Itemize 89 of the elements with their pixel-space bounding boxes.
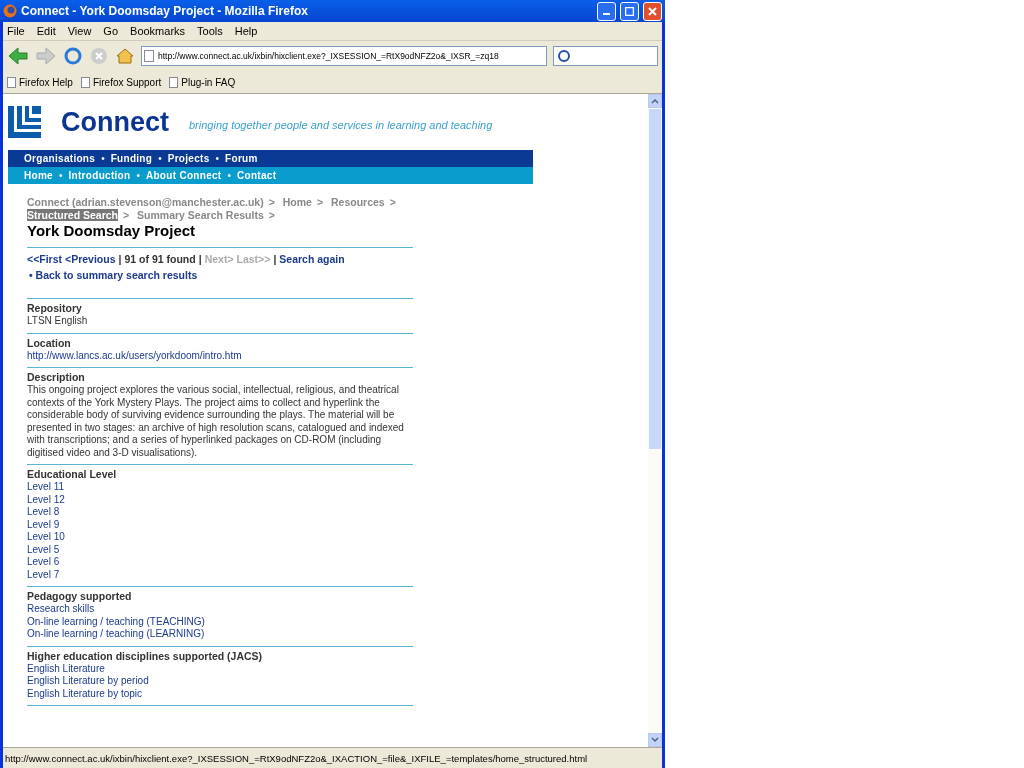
pager-link[interactable]: <Previous <box>65 253 116 265</box>
scroll-up-button[interactable] <box>648 94 662 108</box>
field-link[interactable]: Level 7 <box>27 568 413 581</box>
field-link[interactable]: Research skills <box>27 603 413 616</box>
field-link[interactable]: On-line learning / teaching (LEARNING) <box>27 628 413 641</box>
field-link[interactable]: English Literature by period <box>27 675 413 688</box>
scroll-thumb[interactable] <box>649 109 661 449</box>
field-text: This ongoing project explores the various social, intellectual, religious, and theatrical contexts of the York Mystery Plays. The project aims to collect and hyperlink the considerable body of surviving evidence surrounding the plays. The material will be presented in two stages: an archive of high resolution scans, catalogued and indexed with transcriptions; and a series of hyperlinked packages on CD-ROM (including digitised video and 3-D visualisations). <box>27 384 405 459</box>
maximize-button[interactable] <box>620 1 639 21</box>
field-text: LTSN English <box>27 315 89 328</box>
field-link[interactable]: Level 8 <box>27 506 413 519</box>
site-logo: Connect <box>61 106 169 138</box>
address-text: http://www.connect.ac.uk/ixbin/hixclient.exe?_IXSESSION_=RtX9odNFZ2o&_IXSR_=zq18 <box>158 51 499 61</box>
page-icon <box>7 76 16 88</box>
field-link[interactable]: On-line learning / teaching (TEACHING) <box>27 615 413 628</box>
window-title: Connect - York Doomsday Project - Mozilla Firefox <box>21 4 309 18</box>
pager-separator: | <box>198 253 202 265</box>
breadcrumb-separator: > <box>268 209 275 221</box>
breadcrumb-separator: > <box>268 196 275 208</box>
nav-separator: • <box>215 153 220 164</box>
field-link[interactable]: Level 10 <box>27 531 413 544</box>
section-heading: Description <box>27 371 86 383</box>
scroll-down-button[interactable] <box>648 733 662 747</box>
menu-item[interactable]: Edit <box>36 25 56 37</box>
nav-separator: • <box>59 170 63 181</box>
pager-separator: | <box>273 253 277 265</box>
breadcrumb-separator: > <box>389 196 396 208</box>
pager-link[interactable]: Search again <box>279 253 345 265</box>
address-field[interactable]: http://www.connect.ac.uk/ixbin/hixclient.exe?_IXSESSION_=RtX9odNFZ2o&_IXSR_=zq18 <box>141 46 547 66</box>
status-bar: http://www.connect.ac.uk/ixbin/hixclient.exe?_IXSESSION_=RtX9odNFZ2o&_IXACTION_=file&_IXFILE_=templates/home_structured.html <box>3 747 662 768</box>
close-button[interactable] <box>643 1 662 21</box>
field-link[interactable]: http://www.lancs.ac.uk/users/yorkdoom/intro.htm <box>27 349 413 362</box>
browser-icon <box>3 4 17 18</box>
search-field[interactable] <box>553 46 658 66</box>
chevron-down-icon <box>651 737 659 743</box>
menu-item[interactable]: Go <box>103 25 119 37</box>
back-link[interactable]: • Back to summary search results <box>29 269 413 281</box>
home-icon[interactable] <box>115 46 135 66</box>
breadcrumb-link[interactable]: Resources <box>330 196 385 208</box>
field-link[interactable]: Level 9 <box>27 518 413 531</box>
bookmark-link[interactable]: Plug-in FAQ <box>169 76 236 88</box>
page-icon <box>144 50 154 62</box>
scrollbar[interactable] <box>648 94 662 747</box>
menu-item[interactable]: File <box>7 25 25 37</box>
nav-link[interactable]: Forum <box>225 153 258 164</box>
menu-item[interactable]: Tools <box>197 25 223 37</box>
menu-item[interactable]: Help <box>234 25 258 37</box>
nav-link[interactable]: Projects <box>167 153 210 164</box>
menu-item[interactable]: View <box>67 25 92 37</box>
minimize-button[interactable] <box>597 1 616 21</box>
result-count: 91 of 91 found <box>124 253 196 265</box>
pager-link[interactable]: <<First <box>27 253 63 265</box>
page-icon <box>80 76 90 88</box>
section-heading: Location <box>27 336 72 349</box>
nav-link[interactable]: Funding <box>110 153 153 164</box>
chevron-up-icon <box>651 98 659 104</box>
bookmark-link[interactable]: Firefox Support <box>80 76 162 88</box>
tagline: bringing together people and services in learning and teaching <box>189 119 493 131</box>
field-link[interactable]: Level 12 <box>27 493 413 506</box>
close-icon <box>648 6 657 16</box>
pager-separator: | <box>118 253 122 265</box>
breadcrumb-separator: > <box>123 209 130 221</box>
nav-separator: • <box>158 153 162 164</box>
field-link[interactable]: English Literature by topic <box>27 687 413 700</box>
field-link[interactable]: English Literature <box>27 662 413 675</box>
bookmark-link[interactable]: Firefox Help <box>7 76 73 88</box>
breadcrumb-link[interactable]: Summary Search Results <box>137 209 264 221</box>
nav-link[interactable]: Organisations <box>24 153 96 164</box>
section-heading: Higher education disciplines supported (JACS) <box>27 649 264 662</box>
logo-icon <box>8 106 41 138</box>
menu-item[interactable]: Bookmarks <box>130 25 186 37</box>
field-link[interactable]: Level 5 <box>27 543 413 556</box>
breadcrumb-link[interactable]: Connect (adrian.stevenson@manchester.ac.uk) <box>27 196 264 208</box>
breadcrumb-link[interactable]: Structured Search <box>27 209 119 221</box>
section-heading: Pedagogy supported <box>27 590 133 602</box>
back-icon[interactable] <box>7 46 29 66</box>
minimize-icon <box>603 13 610 15</box>
maximize-icon <box>625 6 634 16</box>
field-link[interactable]: Level 11 <box>27 481 413 494</box>
breadcrumb-link[interactable]: Home <box>282 196 312 208</box>
breadcrumb-separator: > <box>316 196 324 208</box>
page-heading: York Doomsday Project <box>27 222 197 239</box>
section-heading: Repository <box>27 302 83 314</box>
field-link[interactable]: Level 6 <box>27 556 413 569</box>
nav-separator: • <box>227 170 231 181</box>
section-heading: Educational Level <box>27 468 118 480</box>
page-icon <box>169 76 179 88</box>
nav-separator: • <box>101 153 105 164</box>
nav-separator: • <box>136 170 140 181</box>
